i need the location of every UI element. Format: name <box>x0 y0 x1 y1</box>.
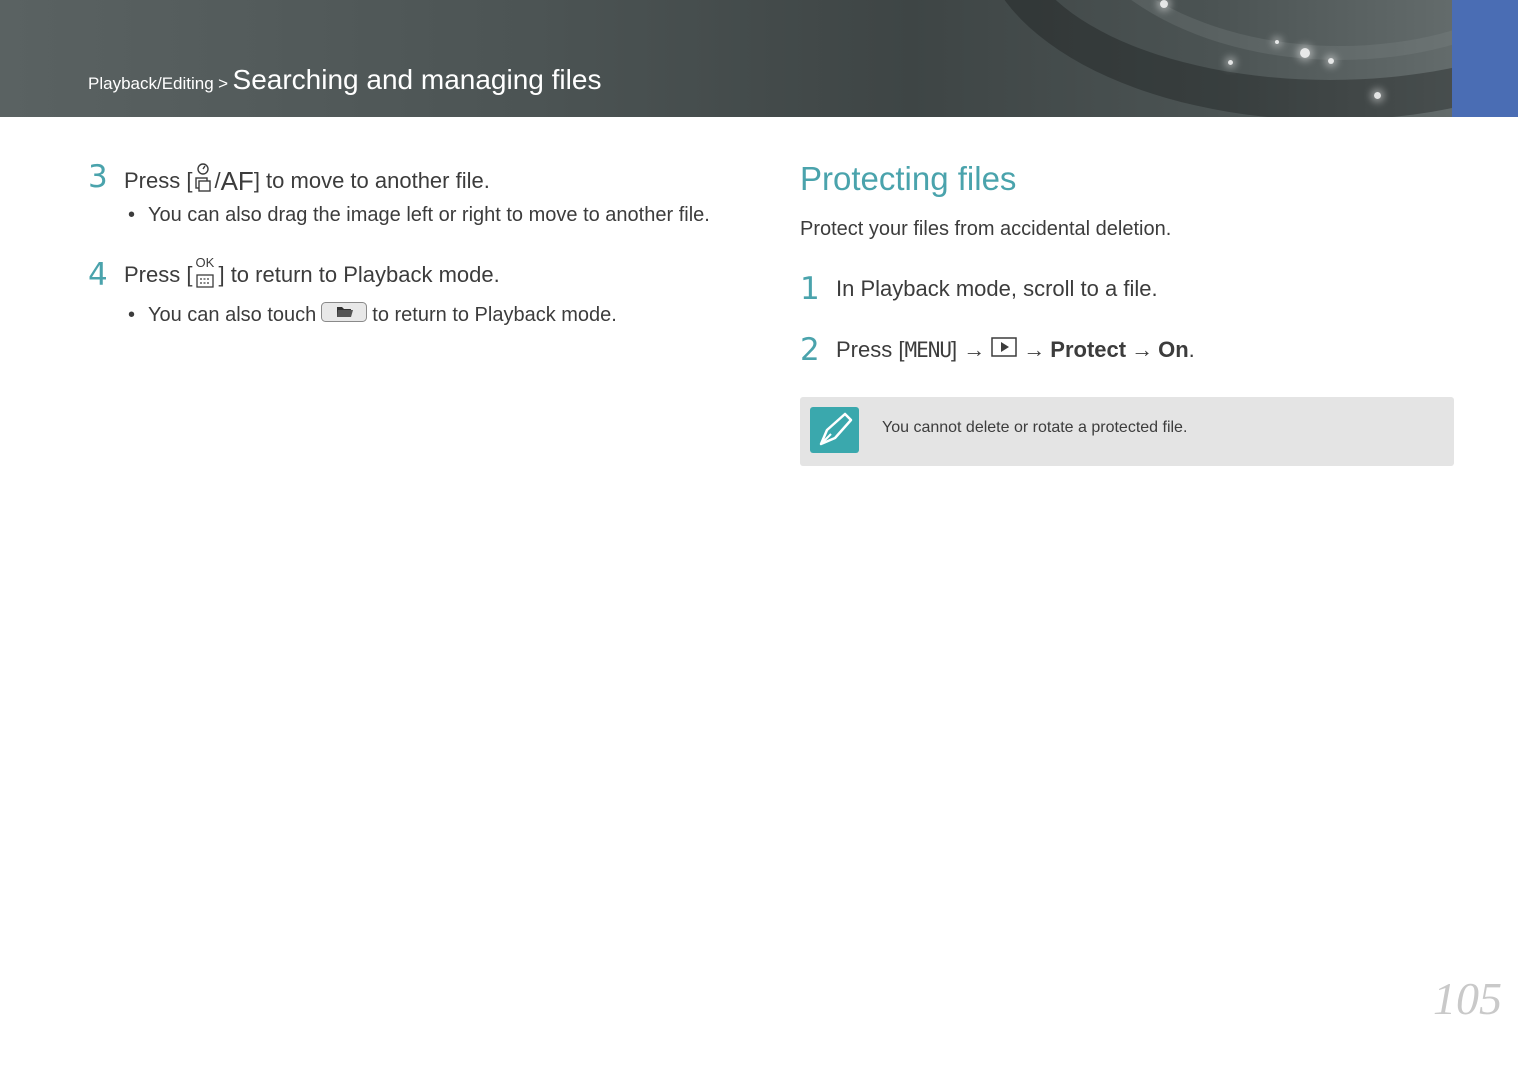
step-4-bullet: • You can also touch to return to Playba… <box>128 302 617 328</box>
bullet-text: You can also drag the image left or righ… <box>148 204 710 226</box>
step-4: 4 Press [ OK ] to return to Playback mod… <box>88 256 500 293</box>
step-text-part: ] → <box>951 337 986 362</box>
page-header: Playback/Editing > Searching and managin… <box>0 0 1518 117</box>
menu-key-label: MENU <box>904 338 952 362</box>
light-dot <box>1374 92 1381 99</box>
period: . <box>1188 337 1195 362</box>
step-number: 4 <box>88 257 108 293</box>
light-dot <box>1328 58 1334 64</box>
step-text-part: ] to return to Playback mode. <box>218 262 500 287</box>
protect-label: Protect <box>1050 337 1127 362</box>
breadcrumb-section: Playback/Editing <box>88 74 214 93</box>
light-dot <box>1275 40 1279 44</box>
step-text: Press [ OK ] to return to Playback mode. <box>124 256 500 290</box>
af-label: AF <box>220 166 254 196</box>
bullet-text: to return to Playback mode. <box>372 303 617 326</box>
step-text: In Playback mode, scroll to a file. <box>836 276 1158 301</box>
step-2: 2 Press [ MENU ] → → Protect → On . <box>800 332 1195 368</box>
page-number: 105 <box>1433 973 1502 1024</box>
step-number: 1 <box>800 271 820 307</box>
playback-icon <box>991 335 1018 365</box>
step-text-part: Press [ <box>836 337 905 362</box>
step-text-part: Press [ <box>124 262 193 287</box>
bullet-text: You can also touch <box>148 303 317 326</box>
step-text: Press [ / AF ] to move to another file. <box>124 162 490 200</box>
ok-menu-icon: OK <box>194 256 216 290</box>
folder-icon <box>321 302 368 328</box>
section-title: Protecting files <box>800 160 1017 197</box>
timer-drive-icon <box>194 162 212 200</box>
step-text-part: ] to move to another file. <box>253 168 490 193</box>
arrow: → <box>1023 337 1046 362</box>
step-3: 3 Press [ / AF ] to move to another file… <box>88 162 490 200</box>
step-1: 1 In Playback mode, scroll to a file. <box>800 271 1158 307</box>
step-text: Press [ MENU ] → → Protect → On . <box>836 335 1195 365</box>
chapter-tab <box>1452 0 1518 117</box>
step-3-bullet: • You can also drag the image left or ri… <box>128 204 710 227</box>
note-pencil-icon <box>810 407 859 453</box>
on-label: On <box>1158 337 1189 362</box>
breadcrumb-separator: > <box>218 74 229 93</box>
step-text-part: Press [ <box>124 168 193 193</box>
step-number: 2 <box>800 332 820 368</box>
bullet-dot: • <box>128 303 136 326</box>
light-dot <box>1228 60 1233 65</box>
note-box: You cannot delete or rotate a protected … <box>800 397 1454 466</box>
arrow: → <box>1131 337 1154 362</box>
bullet-dot: • <box>128 204 136 226</box>
page-title: Searching and managing files <box>232 64 602 95</box>
note-text: You cannot delete or rotate a protected … <box>882 419 1188 436</box>
breadcrumb: Playback/Editing > Searching and managin… <box>88 64 601 96</box>
light-dot <box>1300 48 1310 58</box>
step-number: 3 <box>88 159 108 195</box>
section-intro: Protect your files from accidental delet… <box>800 218 1172 240</box>
light-dot <box>1160 0 1168 8</box>
